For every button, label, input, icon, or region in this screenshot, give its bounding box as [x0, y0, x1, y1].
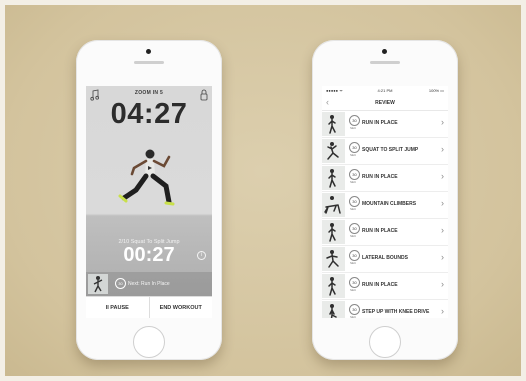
duration-unit: SEC — [350, 288, 357, 292]
page-title: REVIEW — [375, 100, 395, 106]
exercise-row[interactable]: 30 SEC SQUAT TO SPLIT JUMP › — [322, 138, 448, 165]
exercise-thumbnail — [322, 220, 345, 244]
next-exercise-thumbnail — [88, 274, 108, 294]
exercise-timer: 00:27 — [123, 244, 175, 266]
duration-badge: 30 — [349, 169, 360, 180]
home-button[interactable] — [369, 326, 401, 358]
exercise-row[interactable]: 30 SEC RUN IN PLACE › — [322, 111, 448, 138]
duration-unit: SEC — [350, 261, 357, 265]
exercise-row[interactable]: 30 SEC RUN IN PLACE › — [322, 273, 448, 300]
exercise-row[interactable]: 30 SEC MOUNTAIN CLIMBERS › — [322, 192, 448, 219]
athlete-image — [118, 149, 175, 206]
chevron-right-icon[interactable]: › — [441, 225, 444, 235]
exercise-row[interactable]: 30 SEC STEP UP WITH KNEE DRIVE › — [322, 300, 448, 318]
home-button[interactable] — [133, 326, 165, 358]
duration-unit: SEC — [350, 180, 357, 184]
workout-controls: II PAUSE END WORKOUT — [86, 296, 212, 318]
duration-badge: 30 — [349, 304, 360, 315]
nav-bar: ‹ REVIEW — [322, 96, 448, 111]
chevron-right-icon[interactable]: › — [441, 198, 444, 208]
chevron-right-icon[interactable]: › — [441, 252, 444, 262]
earpiece-speaker — [134, 61, 164, 64]
duration-badge: 30 — [349, 277, 360, 288]
exercise-list: 30 SEC RUN IN PLACE › 30 SEC SQUAT TO SPLIT JU… — [322, 111, 448, 318]
duration-unit: SEC — [350, 207, 357, 211]
exercise-name: RUN IN PLACE — [362, 282, 398, 288]
pause-button[interactable]: II PAUSE — [86, 296, 149, 318]
exercise-row[interactable]: 30 SEC LATERAL BOUNDS › — [322, 246, 448, 273]
exercise-thumbnail — [322, 166, 345, 190]
chevron-right-icon[interactable]: › — [441, 279, 444, 289]
chevron-right-icon[interactable]: › — [441, 144, 444, 154]
phone-workout: ZOOM IN 5 04:27 2/10 Squat To Split Jump… — [76, 40, 222, 360]
exercise-thumbnail — [322, 274, 345, 298]
exercise-row[interactable]: 30 SEC RUN IN PLACE › — [322, 219, 448, 246]
earpiece-speaker — [370, 61, 400, 64]
end-workout-button[interactable]: END WORKOUT — [148, 296, 212, 318]
exercise-row[interactable]: 30 SEC RUN IN PLACE › — [322, 165, 448, 192]
exercise-name: RUN IN PLACE — [362, 174, 398, 180]
duration-badge: 30 — [349, 250, 360, 261]
workout-screen: ZOOM IN 5 04:27 2/10 Squat To Split Jump… — [86, 86, 212, 318]
info-icon[interactable]: i — [197, 251, 206, 260]
duration-unit: SEC — [350, 153, 357, 157]
chevron-right-icon[interactable]: › — [441, 171, 444, 181]
review-screen: ●●●●● ᯤ 4:21 PM 100% ▭ ‹ REVIEW 30 SEC RUN… — [322, 86, 448, 318]
exercise-thumbnail — [322, 247, 345, 271]
exercise-thumbnail — [322, 301, 345, 318]
status-bar: ●●●●● ᯤ 4:21 PM 100% ▭ — [322, 88, 448, 96]
next-exercise-label: Next: Run In Place — [128, 281, 170, 287]
duration-badge: 30 — [349, 115, 360, 126]
battery-indicator: 100% ▭ — [428, 88, 444, 93]
duration-badge: 30 — [349, 196, 360, 207]
exercise-name: SQUAT TO SPLIT JUMP — [362, 147, 419, 153]
front-camera — [146, 49, 151, 54]
front-camera — [382, 49, 387, 54]
duration-unit: SEC — [350, 315, 357, 318]
exercise-name: RUN IN PLACE — [362, 120, 398, 126]
exercise-thumbnail — [322, 139, 345, 163]
exercise-name: LATERAL BOUNDS — [362, 255, 408, 261]
exercise-name: STEP UP WITH KNEE DRIVE — [362, 309, 430, 315]
zoom-label: ZOOM IN 5 — [134, 90, 164, 96]
next-exercise-bar[interactable]: 30 Next: Run In Place — [86, 272, 212, 296]
chevron-right-icon[interactable]: › — [441, 117, 444, 127]
next-count-badge: 30 — [115, 278, 126, 289]
exercise-thumbnail — [322, 112, 345, 136]
chevron-right-icon[interactable]: › — [441, 306, 444, 316]
duration-unit: SEC — [350, 234, 357, 238]
duration-badge: 30 — [349, 223, 360, 234]
exercise-name: RUN IN PLACE — [362, 228, 398, 234]
duration-badge: 30 — [349, 142, 360, 153]
phone-review: ●●●●● ᯤ 4:21 PM 100% ▭ ‹ REVIEW 30 SEC RUN… — [312, 40, 458, 360]
duration-unit: SEC — [350, 126, 357, 130]
total-timer: 04:27 — [110, 98, 188, 130]
exercise-name: MOUNTAIN CLIMBERS — [362, 201, 417, 207]
exercise-thumbnail — [322, 193, 345, 217]
